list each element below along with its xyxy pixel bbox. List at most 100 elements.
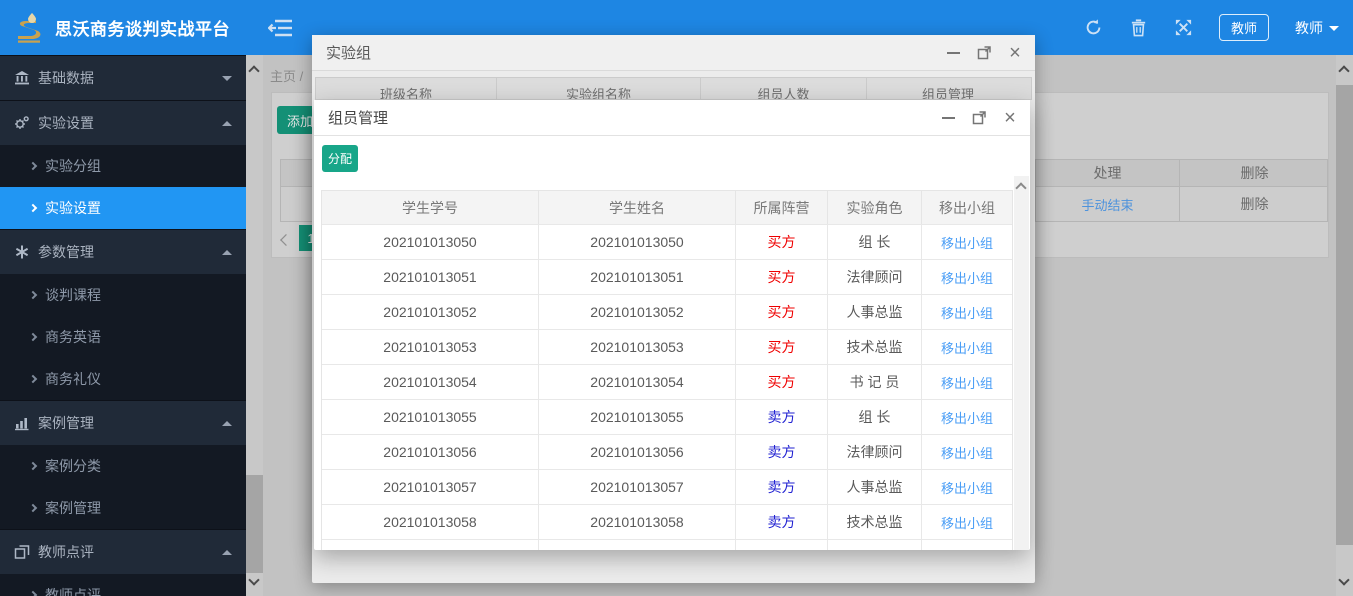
minimize-icon[interactable] [945,45,961,61]
bg-header-process: 处理 [1035,160,1179,186]
sidebar-item-case-mgmt[interactable]: 案例管理 [0,400,246,445]
student-id-cell: 202101013056 [322,435,539,469]
sidebar-item-case-category[interactable]: 案例分类 [0,445,246,487]
maximize-icon[interactable] [971,110,987,126]
scroll-down-icon[interactable] [248,574,259,585]
modal-title: 组员管理 [328,107,388,128]
student-name-cell: 202101013053 [539,330,736,364]
sidebar-item-experiment-setup-active[interactable]: 实验设置 [0,187,246,229]
pager-prev-icon[interactable] [280,234,292,246]
camp-cell: 卖方 [736,470,828,504]
student-name-cell: 202101013055 [539,400,736,434]
user-dropdown[interactable]: 教师 [1295,18,1339,38]
header-role: 实验角色 [828,191,922,224]
group-header-count: 组员人数 [701,78,867,100]
sidebar-item-label: 案例管理 [45,498,232,518]
remove-from-group-link: 移出小组 [941,233,993,252]
header-camp: 所属阵营 [736,191,828,224]
sidebar-item-business-etiquette[interactable]: 商务礼仪 [0,358,246,400]
caret-up-icon [222,250,232,255]
remove-cell[interactable]: 移出小组 [922,505,1012,539]
scrollbar-thumb[interactable] [246,475,263,573]
scroll-up-icon[interactable] [248,65,259,76]
remove-cell[interactable]: 移出小组 [922,400,1012,434]
modal-titlebar: 组员管理 × [314,100,1030,136]
member-table-header: 学生学号 学生姓名 所属阵营 实验角色 移出小组 [322,191,1012,224]
sidebar: 基础数据 实验设置 实验分组 实验设置 参数管理 谈判课程 [0,55,246,596]
header-student-name: 学生姓名 [539,191,736,224]
chevron-right-icon [29,162,37,170]
sidebar-item-teacher-review[interactable]: 教师点评 [0,529,246,574]
fullscreen-icon[interactable] [1174,18,1193,37]
student-id-cell: 202101013051 [322,260,539,294]
remove-from-group-link: 移出小组 [941,338,993,357]
sidebar-item-parameter-mgmt[interactable]: 参数管理 [0,229,246,274]
page-scrollbar[interactable] [1336,55,1353,596]
refresh-icon[interactable] [1084,18,1103,37]
caret-up-icon [222,121,232,126]
manual-end-link[interactable]: 手动结束 [1035,187,1179,221]
sidebar-item-label: 教师点评 [38,542,222,562]
trash-icon[interactable] [1129,18,1148,37]
student-name-cell: 202101013054 [539,365,736,399]
sidebar-item-negotiation-course[interactable]: 谈判课程 [0,274,246,316]
sidebar-item-label: 商务英语 [45,327,232,347]
camp-cell: 卖方 [736,400,828,434]
sidebar-item-teacher-review-sub[interactable]: 教师点评 [0,574,246,596]
role-cell: 法律顾问 [828,260,922,294]
remove-from-group-link: 移出小组 [941,513,993,532]
sidebar-collapse-icon[interactable] [268,17,292,39]
chevron-right-icon [29,591,37,596]
close-icon[interactable]: × [1007,45,1023,61]
minimize-icon[interactable] [940,110,956,126]
camp-cell: 买方 [736,295,828,329]
remove-cell[interactable]: 移出小组 [922,225,1012,259]
caret-up-icon [222,550,232,555]
maximize-icon[interactable] [976,45,992,61]
remove-cell[interactable]: 移出小组 [922,260,1012,294]
scroll-up-icon[interactable] [1015,182,1026,193]
remove-cell[interactable]: 移出小组 [922,295,1012,329]
role-badge[interactable]: 教师 [1219,14,1269,41]
sidebar-item-business-english[interactable]: 商务英语 [0,316,246,358]
role-cell: 组 长 [828,225,922,259]
sidebar-item-label: 案例分类 [45,456,232,476]
remove-cell[interactable]: 移出小组 [922,365,1012,399]
sidebar-item-case-mgmt-sub[interactable]: 案例管理 [0,487,246,529]
sidebar-item-experiment-settings[interactable]: 实验设置 [0,100,246,145]
delete-link[interactable]: 删除 [1179,187,1329,221]
sidebar-item-basic-data[interactable]: 基础数据 [0,55,246,100]
modal-title: 实验组 [326,42,371,63]
chevron-right-icon [29,291,37,299]
modal-body: 分配 学生学号 学生姓名 所属阵营 实验角色 移出小组 202101013050… [314,136,1030,550]
assign-button[interactable]: 分配 [322,145,358,172]
student-id-cell: 202101013052 [322,295,539,329]
remove-cell[interactable]: 移出小组 [922,435,1012,469]
close-icon[interactable]: × [1002,110,1018,126]
chevron-right-icon [29,333,37,341]
app-logo-icon [12,11,48,45]
scroll-down-icon[interactable] [1338,574,1349,585]
remove-cell[interactable]: 移出小组 [922,470,1012,504]
member-table-row: 202101013058202101013058卖方技术总监移出小组 [322,504,1012,539]
caret-down-icon [222,76,232,81]
camp-cell: 买方 [736,225,828,259]
chevron-right-icon [29,204,37,212]
chevron-down-icon [1329,26,1339,31]
remove-cell[interactable]: 移出小组 [922,330,1012,364]
scroll-up-icon[interactable] [1338,65,1349,76]
user-name: 教师 [1295,18,1323,38]
sidebar-scrollbar[interactable] [246,55,263,596]
sidebar-item-label: 商务礼仪 [45,369,232,389]
member-table-row: 202101013051202101013051买方法律顾问移出小组 [322,259,1012,294]
chevron-right-icon [29,462,37,470]
header-remove: 移出小组 [922,191,1012,224]
student-id-cell: 202101013058 [322,505,539,539]
sidebar-item-experiment-grouping[interactable]: 实验分组 [0,145,246,187]
member-table-row: 202101013054202101013054买方书 记 员移出小组 [322,364,1012,399]
modal-scrollbar[interactable] [1014,176,1029,550]
gears-icon [14,115,30,131]
scrollbar-thumb[interactable] [1336,85,1353,545]
role-cell: 技术总监 [828,505,922,539]
student-id-cell: 202101013053 [322,330,539,364]
